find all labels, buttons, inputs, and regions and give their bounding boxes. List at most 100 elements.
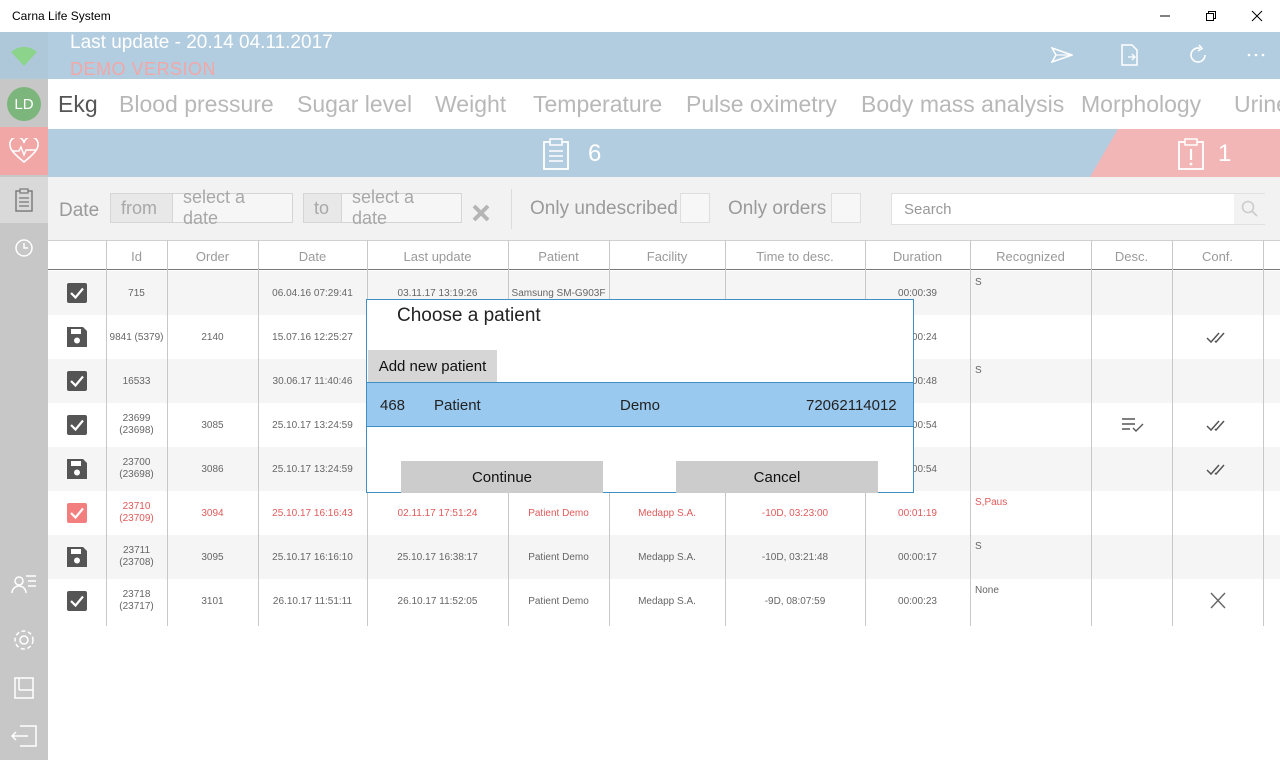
column-header-duration[interactable]: Duration [865, 249, 970, 264]
export-button[interactable] [1112, 38, 1148, 72]
sidebar-item-manual[interactable] [0, 665, 48, 711]
clipboard-icon [543, 138, 569, 170]
refresh-button[interactable] [1180, 38, 1216, 72]
restore-button[interactable] [1188, 0, 1234, 32]
from-date-picker[interactable]: select a date [172, 187, 293, 228]
cell-time-to-desc: -10D, 03:21:48 [761, 552, 829, 563]
double-check-icon[interactable] [1206, 328, 1230, 351]
cell-recognized: S [975, 277, 982, 288]
cell-order: 3094 [201, 508, 224, 519]
column-header-time-to-desc[interactable]: Time to desc. [725, 249, 865, 264]
tab-sugar-level[interactable]: Sugar level [297, 91, 412, 118]
column-header-desc[interactable]: Desc. [1091, 249, 1172, 264]
cancel-button[interactable]: Cancel [676, 461, 878, 493]
export-file-icon [1121, 44, 1138, 66]
double-check-icon[interactable] [1206, 416, 1230, 439]
sidebar-item-history[interactable] [0, 225, 48, 271]
cell-id-primary: 23700 [122, 457, 151, 468]
send-button[interactable] [1044, 38, 1080, 72]
search-box[interactable]: Search [891, 193, 1266, 225]
add-new-patient-button[interactable]: Add new patient [368, 350, 497, 382]
column-header-id[interactable]: Id [106, 249, 167, 264]
tab-urine[interactable]: Urine [1234, 91, 1280, 118]
table-row[interactable]: 23711 (23708) 3095 25.10.17 16:16:10 25.10.1… [48, 535, 1280, 579]
cell-id-primary: 23718 [122, 589, 151, 600]
settings-icon [14, 630, 34, 650]
saved-status-icon[interactable] [67, 459, 87, 479]
column-header-conf[interactable]: Conf. [1172, 249, 1263, 264]
cell-id-primary: 23699 [122, 413, 151, 424]
column-divider [1263, 240, 1264, 626]
date-filter-label: Date [59, 200, 100, 221]
sidebar-item-ekg[interactable] [0, 127, 48, 175]
user-list-icon [11, 575, 36, 594]
cell-order: 2140 [201, 332, 224, 343]
tab-pulse-oximetry[interactable]: Pulse oximetry [686, 91, 837, 118]
only-orders-checkbox[interactable] [831, 193, 861, 223]
only-undescribed-checkbox[interactable] [680, 193, 710, 223]
cell-recognized: S [975, 541, 982, 552]
search-input[interactable]: Search [904, 201, 952, 218]
close-button[interactable] [1234, 0, 1280, 32]
search-button[interactable] [1234, 194, 1266, 224]
wifi-icon [11, 46, 37, 66]
user-avatar-button[interactable]: LD [0, 81, 48, 127]
sidebar-item-settings[interactable] [0, 617, 48, 663]
cell-duration: 00:00:17 [898, 552, 937, 563]
cell-date: 30.06.17 11:40:46 [272, 376, 353, 387]
sidebar-item-patients[interactable] [0, 562, 48, 608]
tab-morphology[interactable]: Morphology [1081, 91, 1201, 118]
tab-body-mass-analysis[interactable]: Body mass analysis [861, 91, 1064, 118]
cell-last-update: 25.10.17 16:38:17 [397, 552, 478, 563]
cell-id: 715 [128, 288, 145, 299]
window-title-bar: Carna Life System [0, 0, 1280, 32]
filter-bar: Date from select a date to select a date… [48, 177, 1280, 240]
to-date-picker[interactable]: select a date [341, 187, 462, 228]
from-label: from [110, 193, 173, 223]
double-check-icon[interactable] [1206, 460, 1230, 483]
clipboard-icon [15, 188, 33, 212]
clear-dates-icon[interactable] [471, 203, 491, 223]
continue-button[interactable]: Continue [401, 461, 603, 493]
saved-status-icon[interactable] [67, 547, 87, 567]
list-check-icon[interactable] [1121, 416, 1145, 439]
column-header-last-update[interactable]: Last update [367, 249, 508, 264]
sidebar-item-logout[interactable] [0, 713, 48, 759]
checked-status-icon[interactable] [67, 415, 87, 435]
minimize-button[interactable] [1142, 0, 1188, 32]
checked-status-icon[interactable] [67, 503, 87, 523]
cell-last-update: 03.11.17 13:19:26 [397, 288, 478, 299]
cell-date: 25.10.17 13:24:59 [272, 464, 353, 475]
checked-status-icon[interactable] [67, 371, 87, 391]
tab-blood-pressure[interactable]: Blood pressure [119, 91, 274, 118]
cell-date: 06.04.16 07:29:41 [272, 288, 353, 299]
cell-id-parent: (23717) [119, 601, 154, 612]
more-button[interactable] [1238, 38, 1274, 72]
cell-date: 25.10.17 16:16:43 [272, 508, 353, 519]
checked-status-icon[interactable] [67, 283, 87, 303]
column-header-order[interactable]: Order [167, 249, 258, 264]
checked-status-icon[interactable] [67, 591, 87, 611]
cell-duration: 00:00:39 [898, 288, 937, 299]
sidebar-item-records[interactable] [0, 177, 48, 223]
records-count: 6 [588, 140, 602, 167]
column-header-recognized[interactable]: Recognized [970, 249, 1091, 264]
column-divider [258, 240, 259, 626]
patient-list-item[interactable]: 468 Patient Demo 72062114012 [367, 382, 913, 427]
column-header-patient[interactable]: Patient [508, 249, 609, 264]
cell-date: 15.07.16 12:25:27 [272, 332, 353, 343]
column-header-facility[interactable]: Facility [609, 249, 725, 264]
table-row[interactable]: 23718 (23717) 3101 26.10.17 11:51:11 26.10.1… [48, 579, 1280, 623]
cell-patient: Patient Demo [528, 508, 589, 519]
cell-facility: Medapp S.A. [638, 596, 696, 607]
tab-temperature[interactable]: Temperature [533, 91, 662, 118]
table-row[interactable]: 23710 (23709) 3094 25.10.17 16:16:43 02.11.1… [48, 491, 1280, 535]
cross-icon[interactable] [1206, 592, 1230, 615]
cell-order: 3095 [201, 552, 224, 563]
saved-status-icon[interactable] [67, 327, 87, 347]
column-header-date[interactable]: Date [258, 249, 367, 264]
patient-id: 468 [380, 397, 406, 414]
tab-weight[interactable]: Weight [435, 91, 506, 118]
cell-id: 9841 (5379) [109, 332, 164, 343]
tab-ekg[interactable]: Ekg [58, 91, 98, 118]
